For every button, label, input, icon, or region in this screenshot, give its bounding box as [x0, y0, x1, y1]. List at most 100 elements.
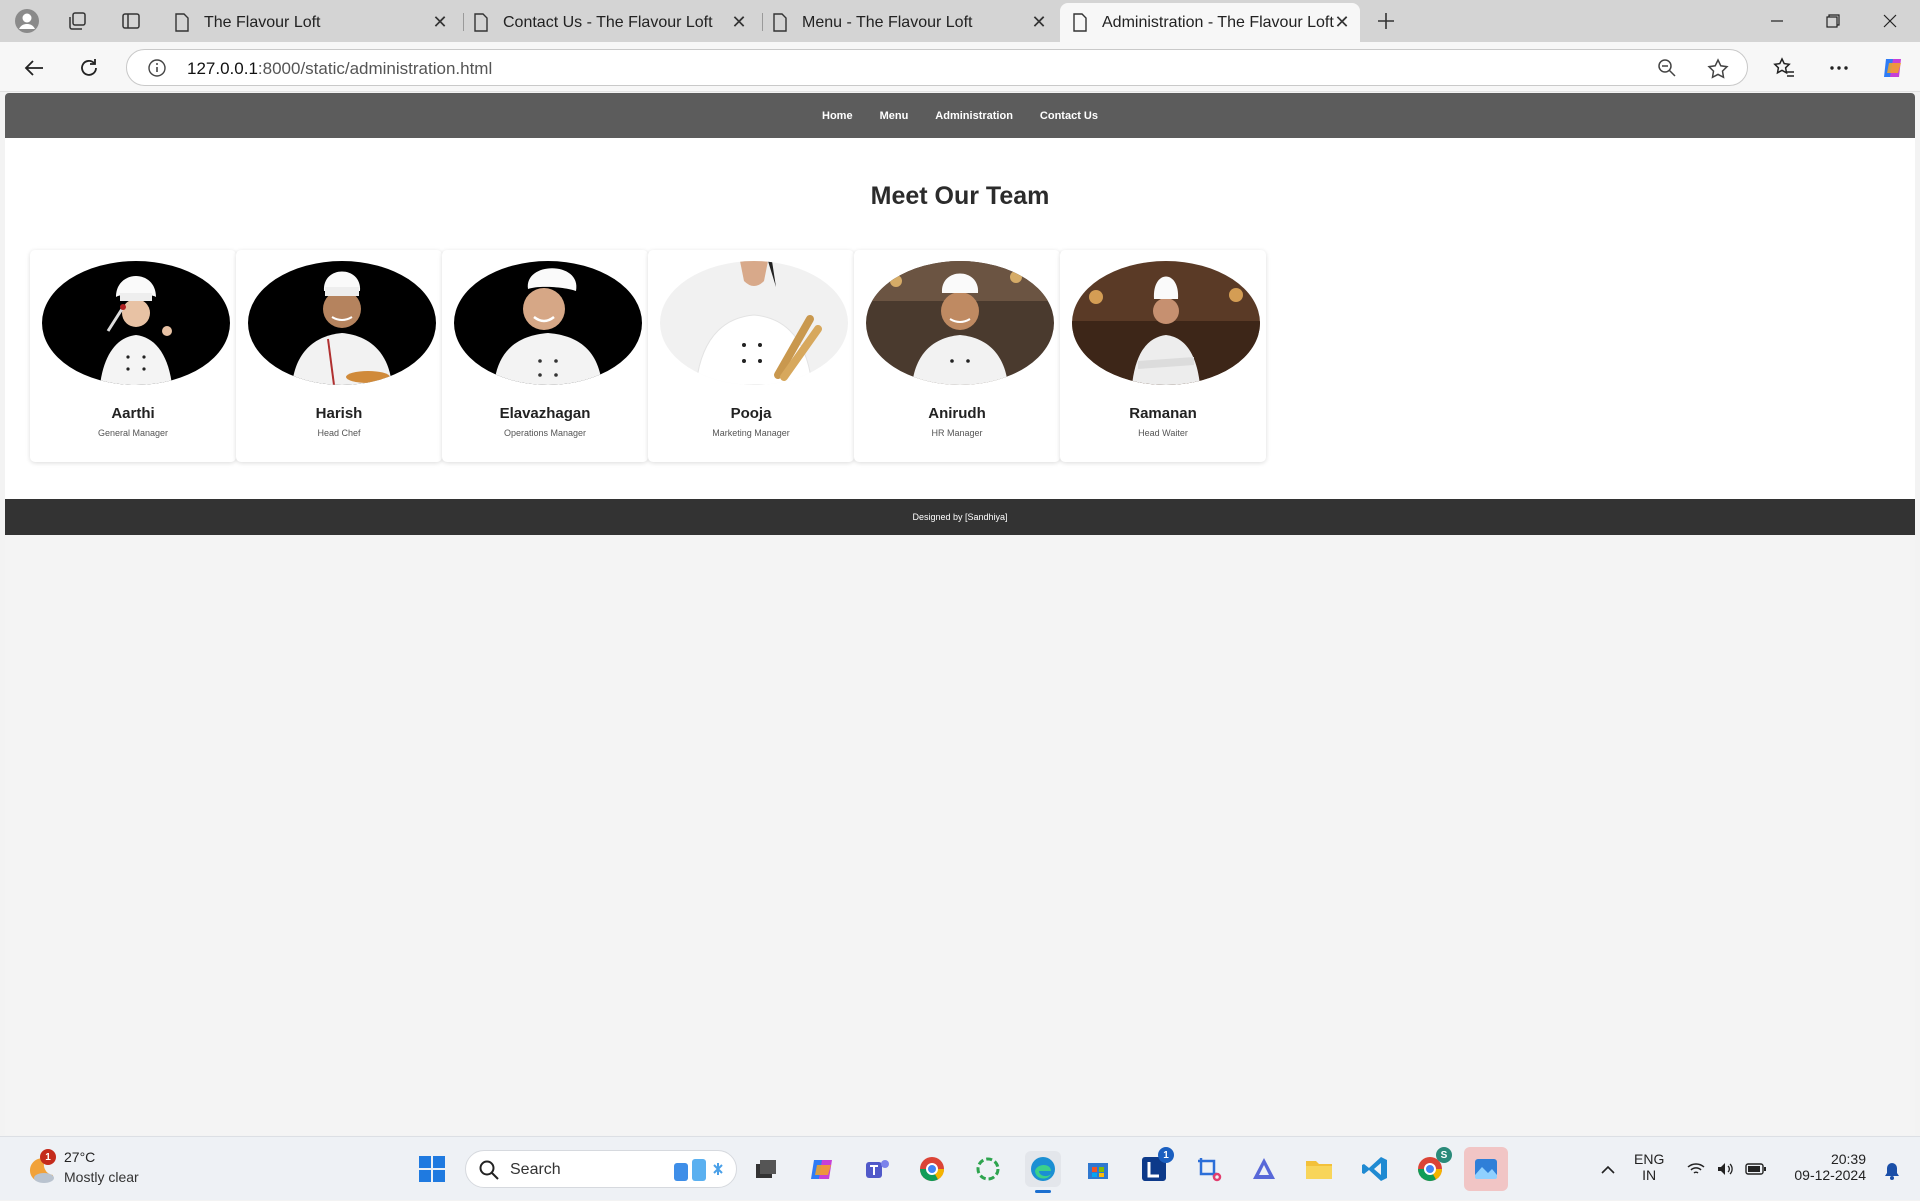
show-hidden-icons-icon[interactable] — [1600, 1165, 1616, 1175]
chrome-icon[interactable] — [914, 1151, 950, 1187]
team-card: Harish Head Chef — [236, 250, 442, 462]
page-icon — [175, 13, 189, 32]
team-card: Pooja Marketing Manager — [648, 250, 854, 462]
team-member-role: HR Manager — [931, 428, 983, 438]
new-tab-icon[interactable] — [1373, 8, 1399, 34]
team-member-role: Operations Manager — [503, 428, 587, 438]
nav-link-home[interactable]: Home — [819, 106, 856, 126]
close-tab-icon[interactable]: ✕ — [430, 12, 450, 32]
team-member-photo — [866, 261, 1054, 385]
close-tab-icon[interactable]: ✕ — [1029, 12, 1049, 32]
weather-temperature: 27°C — [64, 1149, 96, 1165]
team-card: Aarthi General Manager — [30, 250, 236, 462]
snipping-tool-icon[interactable] — [1191, 1151, 1227, 1187]
team-member-role: Head Waiter — [1138, 428, 1188, 438]
teams-icon[interactable] — [859, 1151, 895, 1187]
page-icon — [1073, 13, 1087, 32]
workspaces-icon[interactable] — [64, 8, 90, 34]
team-member-name: Harish — [315, 405, 363, 422]
back-icon[interactable] — [18, 52, 50, 84]
minimize-icon[interactable] — [1757, 8, 1797, 34]
tab-title: The Flavour Loft — [204, 13, 321, 31]
team-member-name: Elavazhagan — [499, 405, 591, 422]
nav-link-menu[interactable]: Menu — [877, 106, 912, 126]
site-info-icon[interactable] — [147, 58, 167, 78]
language-line-1: ENG — [1634, 1151, 1665, 1167]
team-section: Meet Our Team Aarthi General Manager Har… — [5, 138, 1915, 499]
notification-bell-icon[interactable] — [1883, 1161, 1901, 1181]
profile-badge: S — [1436, 1147, 1452, 1163]
tab-administration[interactable]: Administration - The Flavour Loft ✕ — [1060, 3, 1360, 42]
team-member-name: Pooja — [730, 405, 772, 422]
close-tab-icon[interactable]: ✕ — [729, 12, 749, 32]
close-tab-icon[interactable]: ✕ — [1332, 12, 1352, 32]
tab-title: Contact Us - The Flavour Loft — [503, 13, 713, 31]
loading-app-icon[interactable] — [970, 1151, 1006, 1187]
restore-icon[interactable] — [1813, 8, 1853, 34]
file-explorer-icon[interactable] — [1301, 1151, 1337, 1187]
clock[interactable]: 20:39 09-12-2024 — [1786, 1151, 1866, 1183]
nav-link-contact[interactable]: Contact Us — [1037, 106, 1101, 126]
site-footer: Designed by [Sandhiya] — [5, 499, 1915, 535]
address-path: :8000/static/administration.html — [257, 59, 493, 78]
vscode-icon[interactable] — [1357, 1151, 1393, 1187]
search-label: Search — [510, 1161, 561, 1178]
copilot-icon[interactable] — [1877, 52, 1909, 84]
team-member-role: Head Chef — [317, 428, 361, 438]
team-member-name: Ramanan — [1129, 405, 1197, 422]
zoom-out-icon[interactable] — [1657, 58, 1677, 78]
team-member-photo — [454, 261, 642, 385]
page-viewport: Home Menu Administration Contact Us Meet… — [5, 93, 1915, 1135]
language-indicator[interactable]: ENG IN — [1634, 1151, 1664, 1183]
tab-title: Administration - The Flavour Loft — [1102, 13, 1334, 31]
clock-time: 20:39 — [1830, 1151, 1866, 1167]
windows-logo-icon — [419, 1156, 445, 1182]
edge-icon[interactable] — [1025, 1151, 1061, 1193]
task-view-icon[interactable] — [748, 1151, 784, 1187]
language-line-2: IN — [1642, 1167, 1657, 1183]
nav-link-administration[interactable]: Administration — [932, 106, 1016, 126]
start-button[interactable] — [414, 1151, 450, 1187]
team-card: Anirudh HR Manager — [854, 250, 1060, 462]
page-icon — [773, 13, 787, 32]
favorite-star-icon[interactable] — [1707, 58, 1729, 80]
address-text[interactable]: 127.0.0.1:8000/static/administration.htm… — [187, 59, 492, 79]
team-member-photo — [1072, 261, 1260, 385]
browser-toolbar: 127.0.0.1:8000/static/administration.htm… — [0, 42, 1920, 92]
ai-app-icon[interactable] — [1246, 1151, 1282, 1187]
taskbar-search[interactable]: Search — [465, 1150, 737, 1188]
wifi-icon[interactable] — [1686, 1161, 1706, 1177]
letter-app-icon[interactable]: 1 — [1136, 1147, 1174, 1187]
favorites-icon[interactable] — [1768, 52, 1800, 84]
profile-icon[interactable] — [14, 8, 40, 34]
browser-tab-bar: The Flavour Loft ✕ Contact Us - The Flav… — [0, 0, 1920, 42]
more-menu-icon[interactable] — [1823, 52, 1855, 84]
clock-date: 09-12-2024 — [1794, 1167, 1866, 1183]
site-navigation: Home Menu Administration Contact Us — [5, 93, 1915, 138]
battery-icon[interactable] — [1745, 1162, 1767, 1176]
page-title: Meet Our Team — [870, 182, 1050, 210]
team-member-name: Aarthi — [111, 405, 155, 422]
copilot-app-icon[interactable] — [804, 1151, 840, 1187]
system-tray: ENG IN 20:39 09-12-2024 — [1580, 1137, 1920, 1201]
tab-actions-icon[interactable] — [118, 8, 144, 34]
address-bar[interactable]: 127.0.0.1:8000/static/administration.htm… — [126, 49, 1748, 86]
weather-badge: 1 — [40, 1149, 56, 1165]
photos-icon[interactable] — [1464, 1147, 1508, 1191]
team-member-name: Anirudh — [928, 405, 986, 422]
weather-condition: Mostly clear — [64, 1169, 139, 1185]
chrome-profile-icon[interactable]: S — [1412, 1147, 1452, 1187]
team-card: Ramanan Head Waiter — [1060, 250, 1266, 462]
reload-icon[interactable] — [73, 52, 105, 84]
volume-icon[interactable] — [1716, 1161, 1736, 1177]
tab-title: Menu - The Flavour Loft — [802, 13, 973, 31]
tab-contact[interactable]: Contact Us - The Flavour Loft ✕ — [461, 3, 757, 42]
tab-home[interactable]: The Flavour Loft ✕ — [162, 3, 458, 42]
close-window-icon[interactable] — [1870, 8, 1910, 34]
tab-menu[interactable]: Menu - The Flavour Loft ✕ — [760, 3, 1057, 42]
team-member-photo — [660, 261, 848, 385]
team-member-photo — [248, 261, 436, 385]
windows-taskbar: 1 27°C Mostly clear Search 1 S ENG IN 20… — [0, 1136, 1920, 1200]
store-icon[interactable] — [1080, 1151, 1116, 1187]
search-highlight-icon — [674, 1159, 723, 1181]
